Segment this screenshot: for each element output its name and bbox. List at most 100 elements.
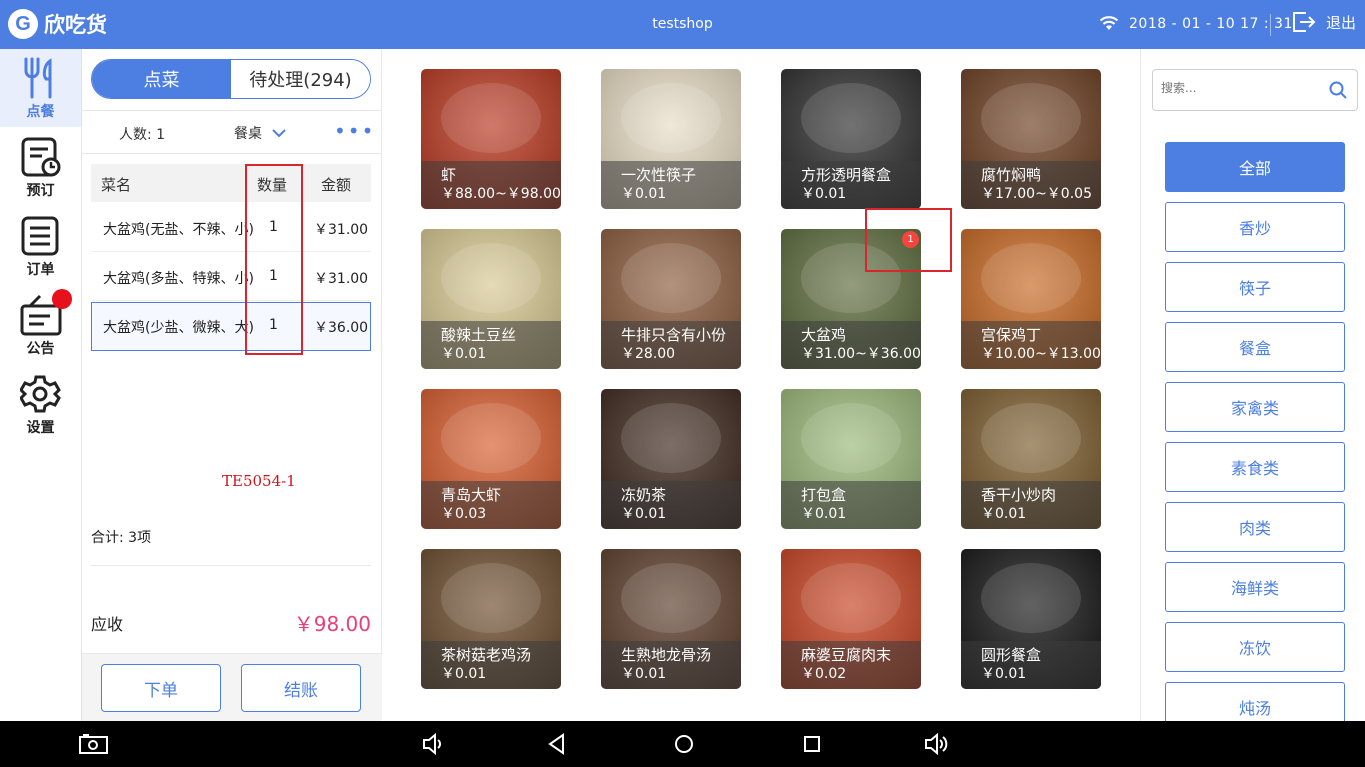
dish-caption: 冻奶茶 ￥0.01 [601,481,741,529]
dish-card[interactable]: 牛排只含有小份 ￥28.00 [601,229,741,369]
nav-order[interactable]: 点餐 [0,49,81,127]
dish-caption: 腐竹焖鸭 ￥17.00~￥0.05 [961,161,1101,209]
dish-price: ￥0.01 [441,346,487,362]
dish-caption: 生熟地龙骨汤 ￥0.01 [601,641,741,689]
category-button[interactable]: 肉类 [1165,502,1345,552]
header-qty: 数量 [257,176,288,194]
dish-photo [441,83,541,153]
screenshot-icon[interactable] [79,733,109,755]
dish-card[interactable]: 生熟地龙骨汤 ￥0.01 [601,549,741,689]
search-box[interactable] [1152,69,1358,111]
category-button[interactable]: 家禽类 [1165,382,1345,432]
dish-card[interactable]: 青岛大虾 ￥0.03 [421,389,561,529]
dish-price: ￥0.01 [801,506,847,522]
tab-pending[interactable]: 待处理(294) [231,60,370,98]
dish-photo [621,403,721,473]
item-total: 合计: 3项 [91,530,152,546]
submit-order-button[interactable]: 下单 [101,664,221,712]
volume-up-icon[interactable] [924,733,950,755]
order-list-icon [21,216,59,256]
dish-card[interactable]: 茶树菇老鸡汤 ￥0.01 [421,549,561,689]
dish-name: 酸辣土豆丝 [441,326,517,344]
nav-settings[interactable]: 设置 [0,365,81,443]
dish-name: 虾 [441,166,457,184]
dish-price: ￥0.03 [441,506,487,522]
order-meta: 人数: 1 餐桌 ••• [82,110,382,154]
header-amount: 金额 [321,176,352,194]
dish-price: ￥28.00 [621,346,676,362]
row-name: 大盆鸡(无盐、不辣、小) [103,222,254,238]
fork-knife-icon [24,57,52,99]
category-button[interactable]: 香炒 [1165,202,1345,252]
system-nav-bar [0,721,1365,767]
dish-card[interactable]: 酸辣土豆丝 ￥0.01 [421,229,561,369]
watermark-label: TE5054-1 [222,472,296,490]
order-row-selected[interactable]: 大盆鸡(少盐、微辣、大) 1 ￥36.00 [91,302,371,351]
table-selector[interactable]: 餐桌 [234,123,286,143]
category-button[interactable]: 海鲜类 [1165,562,1345,612]
search-icon[interactable] [1329,81,1347,99]
dish-price: ￥31.00~￥36.00 [801,346,921,362]
row-name: 大盆鸡(少盐、微辣、大) [103,320,254,336]
dish-photo [801,83,901,153]
back-icon[interactable] [547,733,567,755]
home-icon[interactable] [674,733,696,755]
notice-badge [52,289,72,309]
category-button[interactable]: 筷子 [1165,262,1345,312]
dish-card[interactable]: 腐竹焖鸭 ￥17.00~￥0.05 [961,69,1101,209]
receivable-amount: ￥98.00 [293,612,371,636]
logo-mark: G [8,9,38,39]
recent-apps-icon[interactable] [803,733,823,755]
dish-caption: 大盆鸡 ￥31.00~￥36.00 [781,321,921,369]
more-options-button[interactable]: ••• [334,119,375,143]
dish-photo [801,403,901,473]
category-button[interactable]: 冻饮 [1165,622,1345,672]
top-bar: G 欣吃货 testshop 2018 - 01 - 10 17 : 31 退出 [0,0,1365,49]
receivable-label: 应收 [91,615,124,634]
search-input[interactable] [1161,81,1321,95]
people-count[interactable]: 人数: 1 [119,124,165,144]
dish-name: 香干小炒肉 [981,486,1057,504]
dish-card[interactable]: 冻奶茶 ￥0.01 [601,389,741,529]
dish-name: 冻奶茶 [621,486,667,504]
dish-caption: 青岛大虾 ￥0.03 [421,481,561,529]
dish-card[interactable]: 虾 ￥88.00~￥98.00 [421,69,561,209]
app-logo: G 欣吃货 [8,9,107,39]
category-button[interactable]: 全部 [1165,142,1345,192]
dish-price: ￥0.01 [621,666,667,682]
row-amount: ￥36.00 [314,320,369,336]
dish-card[interactable]: 圆形餐盒 ￥0.01 [961,549,1101,689]
dish-count-badge: 1 [902,231,919,248]
nav-reservation[interactable]: 预订 [0,128,81,206]
volume-down-icon[interactable] [422,733,444,755]
dish-photo [801,243,901,313]
order-row[interactable]: 大盆鸡(多盐、特辣、小) 1 ￥31.00 [91,252,371,301]
dish-name: 方形透明餐盒 [801,166,892,184]
nav-reservation-label: 预订 [26,183,55,199]
dish-card[interactable]: 香干小炒肉 ￥0.01 [961,389,1101,529]
category-button[interactable]: 素食类 [1165,442,1345,492]
dish-price: ￥0.01 [441,666,487,682]
checkout-button[interactable]: 结账 [241,664,361,712]
nav-settings-label: 设置 [26,420,55,436]
dish-name: 牛排只含有小份 [621,326,727,344]
tab-order[interactable]: 点菜 [92,60,231,98]
dish-name: 一次性筷子 [621,166,697,184]
dish-caption: 一次性筷子 ￥0.01 [601,161,741,209]
dish-price: ￥0.01 [801,186,847,202]
dish-card[interactable]: 大盆鸡 ￥31.00~￥36.00 1 [781,229,921,369]
dish-card[interactable]: 方形透明餐盒 ￥0.01 [781,69,921,209]
dish-name: 青岛大虾 [441,486,502,504]
logout-button[interactable]: 退出 [1292,11,1356,33]
nav-orders[interactable]: 订单 [0,207,81,285]
order-actions: 下单 结账 [82,653,382,721]
category-button[interactable]: 餐盒 [1165,322,1345,372]
dish-card[interactable]: 一次性筷子 ￥0.01 [601,69,741,209]
dish-card[interactable]: 打包盒 ￥0.01 [781,389,921,529]
dish-card[interactable]: 麻婆豆腐肉末 ￥0.02 [781,549,921,689]
row-qty: 1 [269,268,278,284]
dish-card[interactable]: 宫保鸡丁 ￥10.00~￥13.00 [961,229,1101,369]
dish-photo [981,563,1081,633]
order-row[interactable]: 大盆鸡(无盐、不辣、小) 1 ￥31.00 [91,203,371,252]
dish-photo [621,563,721,633]
